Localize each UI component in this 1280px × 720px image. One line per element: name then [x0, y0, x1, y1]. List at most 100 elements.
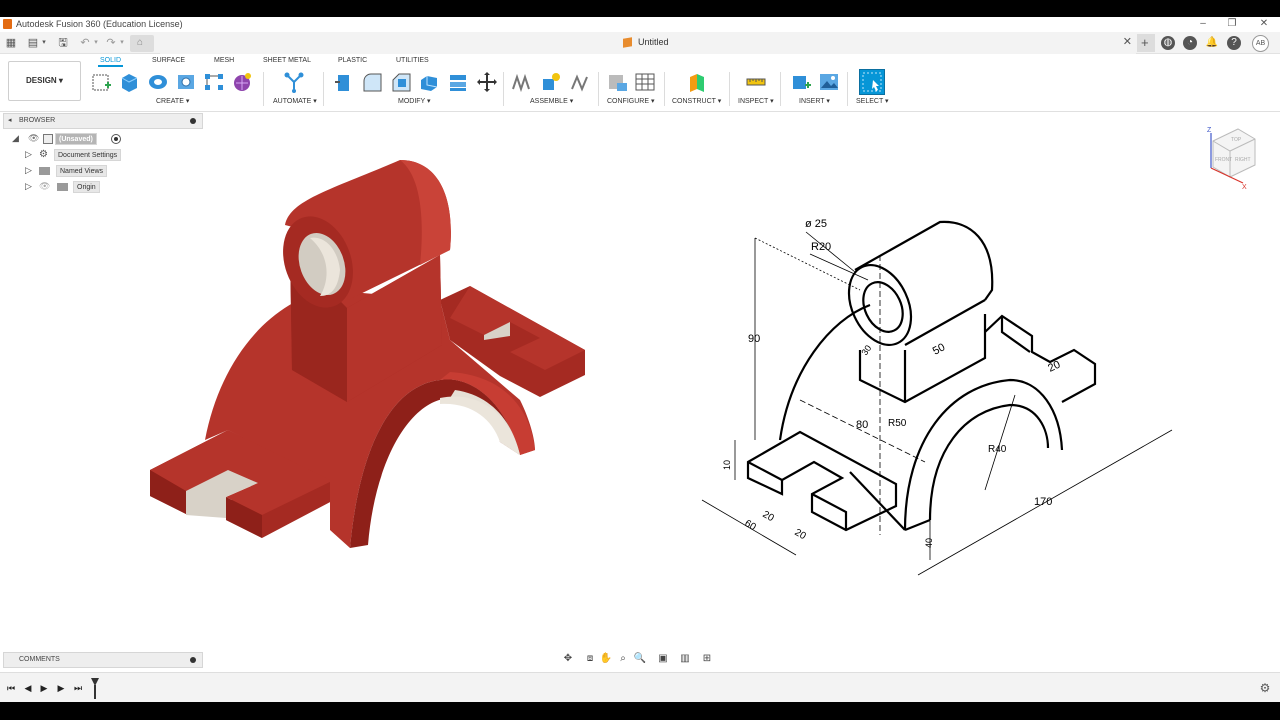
- viewports-icon[interactable]: ⊞: [700, 652, 714, 666]
- move-icon[interactable]: [476, 71, 498, 93]
- configure-icon[interactable]: [606, 71, 628, 93]
- redo-dropdown-icon[interactable]: ▾: [116, 37, 128, 49]
- tab-solid[interactable]: SOLID: [98, 57, 124, 67]
- extensions-icon[interactable]: ◍: [1161, 36, 1175, 50]
- new-component-icon[interactable]: [511, 71, 533, 93]
- browser-item-named-views[interactable]: ▷ Named Views: [24, 165, 204, 179]
- look-at-icon[interactable]: ⧈: [583, 652, 597, 666]
- document-title: Untitled: [638, 37, 669, 47]
- tab-utilities[interactable]: UTILITIES: [396, 57, 429, 64]
- hidden-eye-icon[interactable]: 👁: [39, 181, 50, 192]
- browser-panel-header[interactable]: ◂ BROWSER: [3, 113, 203, 129]
- insert-menu[interactable]: INSERT ▾: [799, 97, 830, 105]
- assemble-menu-label: ASSEMBLE: [530, 98, 568, 105]
- timeline-marker-line: [94, 685, 96, 699]
- assemble-menu[interactable]: ASSEMBLE ▾: [530, 97, 573, 105]
- home-tab[interactable]: ⌂: [130, 35, 154, 52]
- form-icon[interactable]: [231, 71, 253, 93]
- collapse-icon[interactable]: ◂: [8, 116, 12, 124]
- go-to-start-icon[interactable]: ⏮: [5, 682, 17, 694]
- display-settings-icon[interactable]: ▣: [656, 652, 670, 666]
- browser-item-document-settings[interactable]: ▷ ⚙ Document Settings: [24, 149, 204, 163]
- tab-surface[interactable]: SURFACE: [152, 57, 185, 64]
- press-pull-icon[interactable]: [333, 71, 355, 93]
- joint-icon[interactable]: [540, 71, 562, 93]
- red-3d-model[interactable]: [150, 160, 585, 548]
- inspect-menu[interactable]: INSPECT ▾: [738, 97, 774, 105]
- dim-label: ø 25: [805, 218, 827, 230]
- step-back-icon[interactable]: ◀: [22, 682, 34, 694]
- viewcube[interactable]: TOP FRONT RIGHT Z X: [1205, 125, 1260, 190]
- close-tab-icon[interactable]: ✕: [1123, 35, 1132, 48]
- configuration-table-icon[interactable]: [634, 71, 656, 93]
- user-avatar[interactable]: AB: [1252, 35, 1269, 52]
- browser-item-origin[interactable]: ▷ 👁 Origin: [24, 181, 204, 195]
- fit-icon[interactable]: 🔍: [633, 652, 647, 666]
- chevron-down-icon[interactable]: ▾: [38, 37, 50, 49]
- combine-icon[interactable]: [447, 71, 469, 93]
- drawing-dimension-lines: [701, 231, 1173, 576]
- close-window-icon[interactable]: ✕: [1256, 18, 1272, 29]
- grid-settings-icon[interactable]: ▥: [678, 652, 692, 666]
- go-to-end-icon[interactable]: ⏭: [72, 682, 84, 694]
- visibility-eye-icon[interactable]: 👁: [28, 133, 39, 144]
- maximize-icon[interactable]: ❐: [1224, 18, 1240, 29]
- tab-sheet-metal[interactable]: SHEET METAL: [263, 57, 311, 64]
- help-icon[interactable]: ?: [1227, 36, 1241, 50]
- zoom-icon[interactable]: ⌕: [616, 652, 630, 666]
- configure-menu-label: CONFIGURE: [607, 98, 649, 105]
- minimize-icon[interactable]: –: [1195, 18, 1211, 29]
- component-icon: [623, 37, 632, 48]
- document-tab[interactable]: Untitled ✕: [160, 32, 1136, 54]
- save-icon[interactable]: 🖫: [57, 37, 69, 49]
- tab-plastic[interactable]: PLASTIC: [338, 57, 367, 64]
- new-tab-button[interactable]: +: [1137, 34, 1155, 52]
- select-button[interactable]: [859, 69, 885, 95]
- create-menu[interactable]: CREATE ▾: [156, 97, 189, 105]
- pattern-icon[interactable]: [203, 71, 225, 93]
- letterbox-bottom: [0, 702, 1280, 720]
- expand-triangle-icon[interactable]: ▷: [25, 181, 32, 192]
- pin-icon[interactable]: [190, 118, 196, 124]
- orbit-icon[interactable]: ✥: [561, 652, 575, 666]
- insert-derive-icon[interactable]: [790, 71, 812, 93]
- expand-triangle-icon[interactable]: ◢: [12, 133, 19, 144]
- pin-icon[interactable]: [190, 657, 196, 663]
- as-built-joint-icon[interactable]: [569, 71, 591, 93]
- automate-icon[interactable]: [283, 71, 305, 93]
- job-status-icon[interactable]: ◔: [1183, 36, 1197, 50]
- step-forward-icon[interactable]: ▶: [55, 682, 67, 694]
- axis-x-label: X: [1242, 184, 1247, 190]
- divider: [729, 72, 730, 106]
- folder-icon: [39, 167, 50, 175]
- extrude-icon[interactable]: [119, 71, 141, 93]
- comments-panel-header[interactable]: COMMENTS: [3, 652, 203, 668]
- expand-triangle-icon[interactable]: ▷: [25, 165, 32, 176]
- browser-root-node[interactable]: ◢ 👁 (Unsaved): [12, 133, 202, 147]
- divider: [847, 72, 848, 106]
- offset-plane-icon[interactable]: [686, 71, 708, 93]
- data-panel-grid-icon[interactable]: ▦: [5, 37, 17, 49]
- revolve-icon[interactable]: [147, 71, 169, 93]
- expand-triangle-icon[interactable]: ▷: [25, 149, 32, 160]
- chamfer-icon[interactable]: [390, 71, 412, 93]
- hole-icon[interactable]: [175, 71, 197, 93]
- insert-canvas-icon[interactable]: [818, 71, 840, 93]
- notifications-icon[interactable]: 🔔: [1205, 36, 1219, 50]
- modify-menu[interactable]: MODIFY ▾: [398, 97, 431, 105]
- shell-icon[interactable]: [418, 71, 440, 93]
- workspace-label: DESIGN: [26, 76, 57, 85]
- tab-mesh[interactable]: MESH: [214, 57, 234, 64]
- select-menu[interactable]: SELECT ▾: [856, 97, 889, 105]
- timeline-settings-gear-icon[interactable]: ⚙: [1259, 682, 1271, 694]
- play-icon[interactable]: ▶: [38, 682, 50, 694]
- measure-icon[interactable]: [745, 71, 767, 93]
- workspace-switcher[interactable]: DESIGN ▾: [8, 61, 81, 101]
- automate-menu[interactable]: AUTOMATE ▾: [273, 97, 317, 105]
- configure-menu[interactable]: CONFIGURE ▾: [607, 97, 654, 105]
- construct-menu[interactable]: CONSTRUCT ▾: [672, 97, 721, 105]
- create-sketch-icon[interactable]: [91, 71, 113, 93]
- undo-dropdown-icon[interactable]: ▾: [90, 37, 102, 49]
- pan-hand-icon[interactable]: ✋: [599, 652, 613, 666]
- fillet-icon[interactable]: [361, 71, 383, 93]
